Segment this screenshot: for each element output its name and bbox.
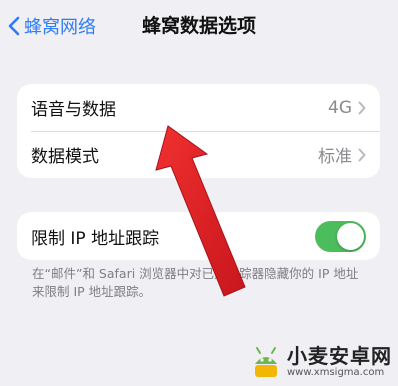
navigation-bar: 蜂窝网络 蜂窝数据选项 — [0, 0, 398, 56]
red-arrow-annotation — [155, 125, 246, 297]
toggle-knob — [337, 222, 364, 250]
settings-group-voice-data: 语音与数据 4G 数据模式 标准 — [17, 84, 380, 178]
limit-ip-tracking-label: 限制 IP 地址跟踪 — [31, 228, 160, 249]
chevron-right-icon — [358, 148, 366, 161]
data-mode-value: 标准 — [318, 147, 352, 167]
voice-and-data-row[interactable]: 语音与数据 4G — [17, 84, 380, 131]
ip-tracking-footnote: 在“邮件”和 Safari 浏览器中对已知跟踪器隐藏你的 IP 地址来限制 IP… — [32, 266, 359, 299]
voice-and-data-value: 4G — [328, 97, 352, 118]
watermark-url: www.xmsigma.com — [287, 367, 385, 378]
watermark-brand: 小麦安卓网 — [287, 344, 392, 368]
limit-ip-tracking-toggle[interactable] — [315, 220, 366, 252]
voice-and-data-label: 语音与数据 — [31, 100, 116, 120]
data-mode-label: 数据模式 — [31, 147, 99, 167]
watermark: 小麦安卓网 www.xmsigma.com — [249, 344, 392, 380]
page-title: 蜂窝数据选项 — [141, 15, 256, 37]
settings-group-ip-tracking: 限制 IP 地址跟踪 — [17, 212, 380, 260]
android-logo-icon — [255, 347, 277, 377]
chevron-right-icon — [358, 101, 366, 114]
limit-ip-tracking-row: 限制 IP 地址跟踪 — [17, 212, 380, 260]
data-mode-row[interactable]: 数据模式 标准 — [17, 131, 380, 178]
